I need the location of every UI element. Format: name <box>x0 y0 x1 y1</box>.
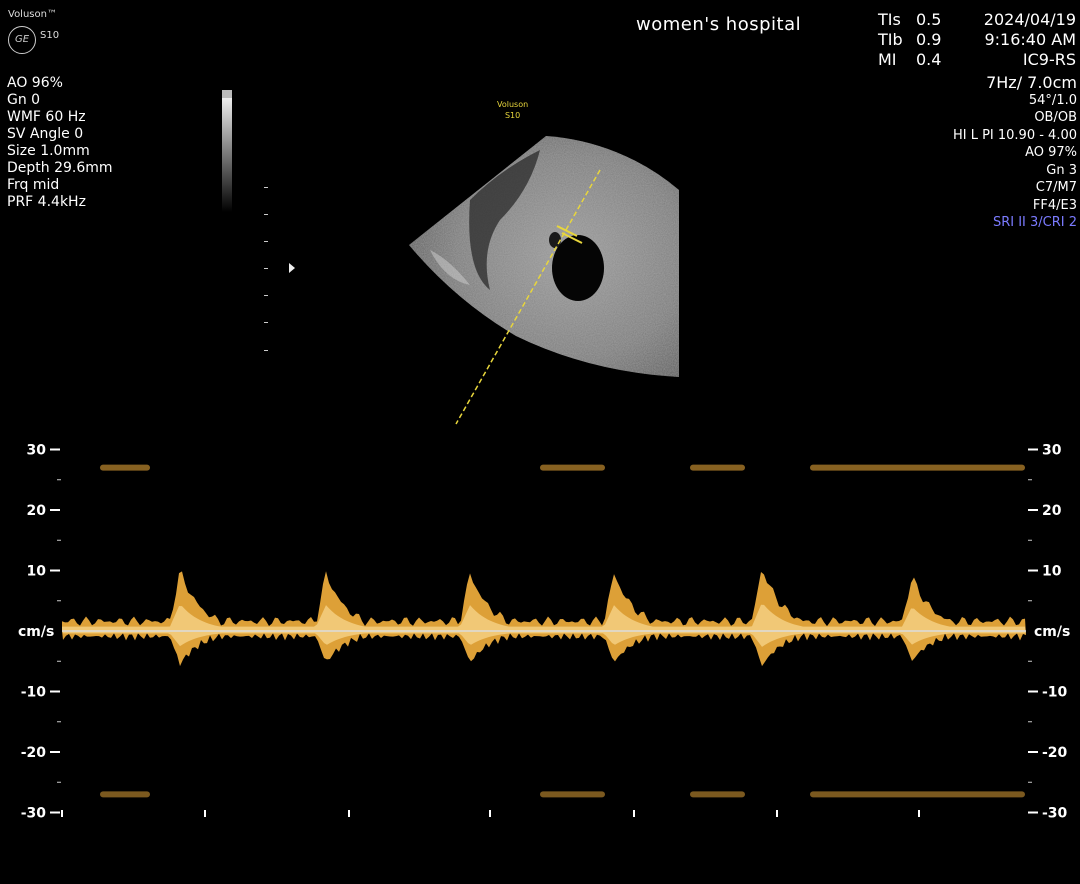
doppler-waveform <box>62 571 1026 667</box>
unit-label-left: cm/s <box>18 624 54 640</box>
velocity-label-left: -30 <box>21 806 47 822</box>
velocity-label-right: -10 <box>1042 685 1068 701</box>
velocity-label-left: -20 <box>21 745 47 761</box>
alias-band-bottom <box>690 791 745 798</box>
doppler-spectrum: 30 30 20 20 10 10 -10 -10 -20 -20 -30 -30 cm/s cm/s <box>18 443 1070 822</box>
velocity-label-right: 10 <box>1042 564 1062 580</box>
velocity-label-right: 30 <box>1042 443 1062 459</box>
unit-label-right: cm/s <box>1034 624 1070 640</box>
alias-band-top <box>690 464 745 471</box>
velocity-label-left: -10 <box>21 685 47 701</box>
velocity-label-right: 20 <box>1042 503 1062 519</box>
alias-band-bottom <box>810 791 1025 798</box>
velocity-label-left: 30 <box>27 443 47 459</box>
velocity-label-right: -20 <box>1042 745 1068 761</box>
alias-band-bottom <box>100 791 150 798</box>
velocity-label-left: 20 <box>27 503 47 519</box>
alias-band-top <box>810 464 1025 471</box>
velocity-label-right: -30 <box>1042 806 1068 822</box>
alias-band-top <box>540 464 605 471</box>
alias-band-top <box>100 464 150 471</box>
alias-band-bottom <box>540 791 605 798</box>
velocity-label-left: 10 <box>27 564 47 580</box>
